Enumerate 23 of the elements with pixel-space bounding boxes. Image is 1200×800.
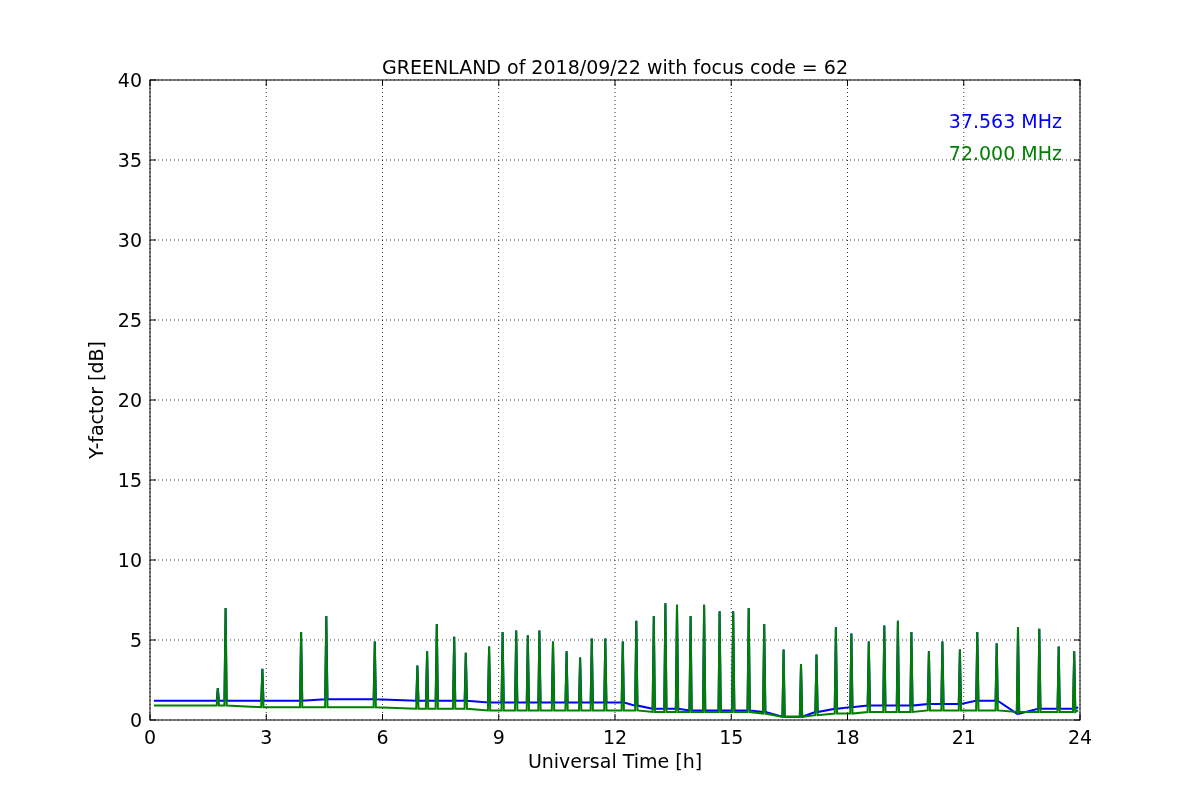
y-axis-label: Y-factor [dB] bbox=[85, 341, 107, 459]
x-tick-label: 12 bbox=[602, 726, 628, 748]
y-tick-label: 0 bbox=[129, 709, 142, 731]
x-tick-label: 18 bbox=[835, 726, 860, 748]
y-tick-label: 25 bbox=[117, 309, 142, 331]
chart-title: GREENLAND of 2018/09/22 with focus code = 62 bbox=[382, 56, 848, 78]
legend-label: 37.563 MHz bbox=[948, 110, 1062, 132]
x-tick-label: 3 bbox=[260, 726, 273, 748]
y-tick-label: 40 bbox=[117, 69, 142, 91]
x-tick-label: 24 bbox=[1067, 726, 1093, 748]
y-tick-label: 20 bbox=[117, 389, 142, 411]
legend-label: 72.000 MHz bbox=[948, 142, 1062, 164]
x-tick-label: 0 bbox=[143, 726, 157, 748]
y-tick-label: 30 bbox=[117, 229, 142, 251]
x-axis-label: Universal Time [h] bbox=[527, 750, 703, 772]
x-tick-label: 9 bbox=[492, 726, 505, 748]
x-tick-label: 6 bbox=[376, 726, 389, 748]
x-tick-label: 21 bbox=[951, 726, 976, 748]
y-tick-label: 5 bbox=[129, 629, 142, 651]
x-tick-label: 15 bbox=[719, 726, 744, 748]
y-tick-label: 10 bbox=[117, 549, 142, 571]
y-tick-label: 35 bbox=[117, 149, 142, 171]
y-tick-label: 15 bbox=[117, 469, 142, 491]
